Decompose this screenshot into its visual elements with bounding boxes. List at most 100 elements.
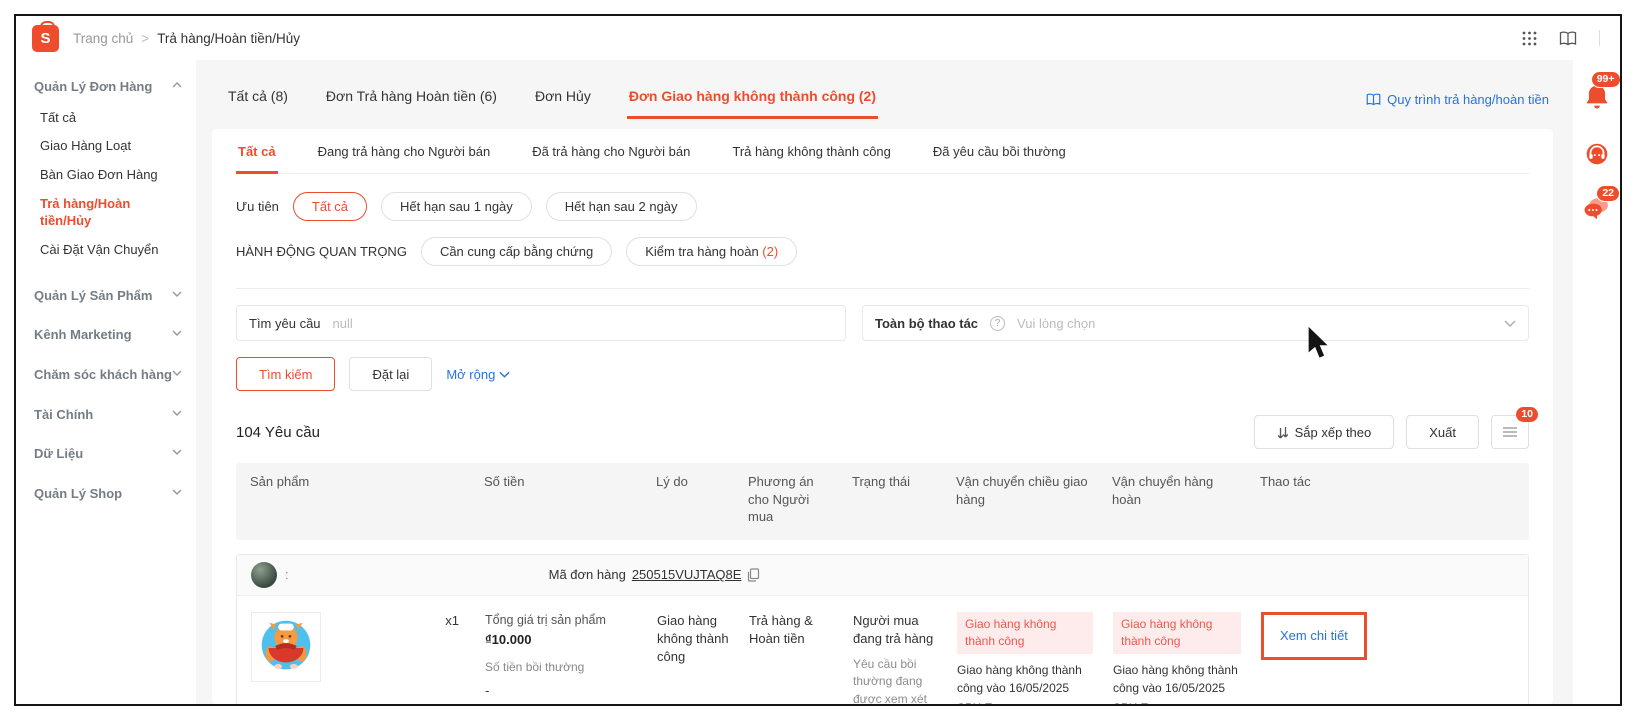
handbook-icon[interactable] — [1559, 30, 1577, 46]
sidebar-group-shop-management[interactable]: Quản Lý Shop — [34, 485, 182, 503]
buyer-avatar[interactable] — [251, 561, 277, 588]
cell-reason: Giao hàng không thành công — [657, 612, 729, 665]
sidebar-group-order-management[interactable]: Quản Lý Đơn Hàng — [34, 78, 182, 96]
sort-button-label: Sắp xếp theo — [1294, 424, 1372, 440]
book-icon — [1366, 93, 1381, 106]
sidebar-item-shipping-settings[interactable]: Cài Đặt Vận Chuyển — [40, 236, 182, 265]
hamburger-icon — [1503, 427, 1517, 437]
sort-arrows-icon — [1277, 426, 1288, 438]
tab-cancelled[interactable]: Đơn Hủy — [533, 78, 593, 119]
cell-actions: Xem chi tiết — [1251, 611, 1528, 704]
search-input[interactable] — [332, 315, 833, 331]
total-value-label: Tổng giá trị sản phẩm — [485, 612, 606, 627]
chevron-down-icon — [499, 371, 510, 378]
order-card: : Mã đơn hàng 250515VUJTAQ8E x1 Tổng giá… — [236, 553, 1529, 704]
return-process-link[interactable]: Quy trình trả hàng/hoàn tiền — [1366, 92, 1549, 119]
search-actions: Tìm kiếm Đặt lại Mở rộng — [236, 357, 1529, 391]
shopee-logo-icon[interactable]: S — [32, 20, 59, 52]
search-row: Tìm yêu cầu Toàn bộ thao tác ? Vui lòng … — [236, 305, 1529, 341]
support-button[interactable] — [1584, 141, 1610, 172]
tab-all[interactable]: Tất cả (8) — [226, 78, 290, 119]
subtab-returning[interactable]: Đang trả hàng cho Người bán — [316, 129, 493, 174]
subtab-returned[interactable]: Đã trả hàng cho Người bán — [530, 129, 692, 174]
search-button[interactable]: Tìm kiếm — [236, 357, 336, 391]
tab-return-refund[interactable]: Đơn Trả hàng Hoàn tiền (6) — [324, 78, 499, 119]
notifications-button[interactable]: 99+ — [1583, 71, 1620, 117]
priority-pill-due-2-days[interactable]: Hết hạn sau 2 ngày — [545, 192, 697, 221]
cell-product: x1 — [237, 611, 475, 704]
subtab-all[interactable]: Tất cả — [236, 129, 278, 174]
col-amount: Số tiền — [484, 474, 525, 489]
sidebar-group-finance[interactable]: Tài Chính — [34, 406, 182, 424]
priority-pill-all[interactable]: Tất cả — [292, 192, 368, 221]
export-button[interactable]: Xuất — [1406, 415, 1479, 449]
col-forward-shipping: Vận chuyển chiều giao hàng — [956, 474, 1088, 507]
action-pill-check-returns[interactable]: Kiểm tra hàng hoàn (2) — [626, 237, 798, 266]
sidebar-group-marketing[interactable]: Kênh Marketing — [34, 326, 182, 344]
order-card-header: : Mã đơn hàng 250515VUJTAQ8E — [237, 554, 1528, 596]
sidebar-group-data[interactable]: Dữ Liệu — [34, 445, 182, 463]
sidebar-group-label: Quản Lý Shop — [34, 485, 123, 501]
copy-icon[interactable] — [747, 568, 760, 582]
status-sub: Yêu cầu bồi thường đang được xem xét — [853, 657, 927, 704]
order-code-label: Mã đơn hàng — [548, 567, 626, 583]
forward-shipping-detail: Giao hàng không thành công vào 16/05/202… — [957, 663, 1082, 695]
expand-link[interactable]: Mở rộng — [446, 367, 510, 382]
view-detail-highlight-box: Xem chi tiết — [1261, 611, 1367, 660]
subtab-compensation[interactable]: Đã yêu cầu bồi thường — [931, 129, 1068, 174]
product-image[interactable] — [251, 611, 321, 682]
compensation-label: Số tiền bồi thường — [485, 660, 585, 675]
sidebar-group-customer-care[interactable]: Chăm sóc khách hàng — [34, 366, 182, 384]
breadcrumb-current: Trả hàng/Hoàn tiền/Hủy — [157, 30, 301, 46]
col-status: Trạng thái — [852, 474, 911, 489]
col-return-shipping: Vận chuyển hàng hoàn — [1112, 474, 1214, 507]
logo-letter: S — [40, 29, 51, 47]
app-window: S Trang chủ > Trả hàng/Hoàn tiền/Hủy Quả… — [14, 14, 1622, 706]
subtab-return-failed[interactable]: Trả hàng không thành công — [730, 129, 893, 174]
sidebar: Quản Lý Đơn Hàng Tất cả Giao Hàng Loạt B… — [16, 60, 196, 704]
sidebar-item-all[interactable]: Tất cả — [40, 104, 182, 133]
subtabs: Tất cả Đang trả hàng cho Người bán Đã tr… — [236, 129, 1529, 174]
notifications-badge: 99+ — [1590, 71, 1620, 88]
sidebar-item-handover[interactable]: Bàn Giao Đơn Hàng — [40, 161, 182, 190]
sidebar-item-returns[interactable]: Trả hàng/Hoàn tiền/Hủy — [40, 190, 182, 236]
settings-badge: 10 — [1516, 407, 1538, 422]
forward-shipping-carrier: SPX Express — [957, 700, 1093, 704]
tab-failed-delivery[interactable]: Đơn Giao hàng không thành công (2) — [626, 78, 879, 119]
apps-grid-icon[interactable] — [1522, 31, 1537, 46]
list-settings-button[interactable]: 10 — [1491, 407, 1538, 449]
sidebar-item-mass-ship[interactable]: Giao Hàng Loạt — [40, 132, 182, 161]
priority-pill-due-1-day[interactable]: Hết hạn sau 1 ngày — [381, 192, 532, 221]
sidebar-group-product-management[interactable]: Quản Lý Sản Phẩm — [34, 287, 182, 305]
chevron-down-icon — [172, 330, 182, 337]
view-detail-link[interactable]: Xem chi tiết — [1280, 628, 1348, 643]
reset-button[interactable]: Đặt lại — [349, 357, 433, 391]
priority-label: Ưu tiên — [236, 199, 279, 214]
chat-button[interactable]: 22 — [1583, 185, 1620, 227]
select-label: Toàn bộ thao tác — [875, 315, 979, 331]
important-action-label: HÀNH ĐỘNG QUAN TRỌNG — [236, 244, 407, 259]
order-card-body: x1 Tổng giá trị sản phẩm ₫10.000 Số tiền… — [237, 596, 1528, 704]
order-code[interactable]: 250515VUJTAQ8E — [632, 567, 742, 582]
cell-buyer-solution: Trả hàng & Hoàn tiền — [749, 612, 813, 646]
return-shipping-detail: Giao hàng không thành công vào 16/05/202… — [1113, 663, 1238, 695]
filters-divider — [236, 288, 1529, 289]
chat-badge: 22 — [1596, 185, 1620, 202]
sort-button[interactable]: Sắp xếp theo — [1253, 415, 1395, 449]
search-request-field[interactable]: Tìm yêu cầu — [236, 305, 846, 341]
topbar: S Trang chủ > Trả hàng/Hoàn tiền/Hủy — [16, 16, 1620, 60]
col-product: Sản phẩm — [250, 474, 310, 489]
return-process-link-label: Quy trình trả hàng/hoàn tiền — [1387, 92, 1549, 107]
headset-icon — [1586, 143, 1607, 165]
action-pill-provide-evidence[interactable]: Cần cung cấp bằng chứng — [420, 237, 613, 266]
forward-shipping-badge: Giao hàng không thành công — [957, 611, 1093, 655]
breadcrumb-home[interactable]: Trang chủ — [73, 31, 133, 46]
action-pill-count: (2) — [762, 244, 779, 259]
product-qty: x1 — [445, 612, 459, 628]
expand-link-label: Mở rộng — [446, 366, 496, 382]
return-shipping-badge: Giao hàng không thành công — [1113, 611, 1241, 655]
select-placeholder: Vui lòng chọn — [1017, 315, 1096, 331]
chevron-down-icon — [172, 370, 182, 376]
action-type-select[interactable]: Toàn bộ thao tác ? Vui lòng chọn — [862, 305, 1529, 341]
chevron-down-icon — [172, 489, 182, 495]
